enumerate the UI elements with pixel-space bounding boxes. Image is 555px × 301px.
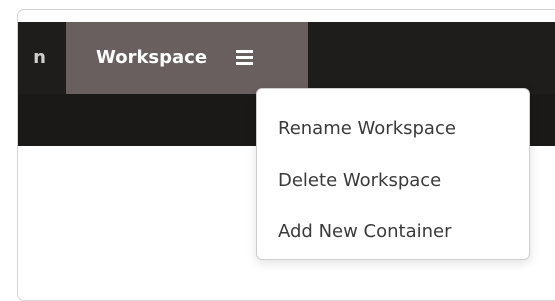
workspace-dropdown-menu: Rename Workspace Delete Workspace Add Ne… — [256, 88, 530, 260]
app-frame: n Workspace Rename Workspace Delete Work… — [17, 9, 555, 301]
workspace-menu-label: Workspace — [96, 47, 208, 68]
top-navbar: n Workspace — [18, 22, 555, 94]
menu-item-delete-workspace[interactable]: Delete Workspace — [278, 170, 441, 191]
menu-item-add-new-container[interactable]: Add New Container — [278, 221, 452, 242]
workspace-menu-button[interactable]: Workspace — [66, 22, 308, 94]
nav-item-previous[interactable]: n — [18, 22, 66, 94]
hamburger-menu-icon — [236, 50, 253, 65]
nav-item-previous-label: n — [33, 47, 46, 68]
menu-item-rename-workspace[interactable]: Rename Workspace — [278, 118, 456, 139]
